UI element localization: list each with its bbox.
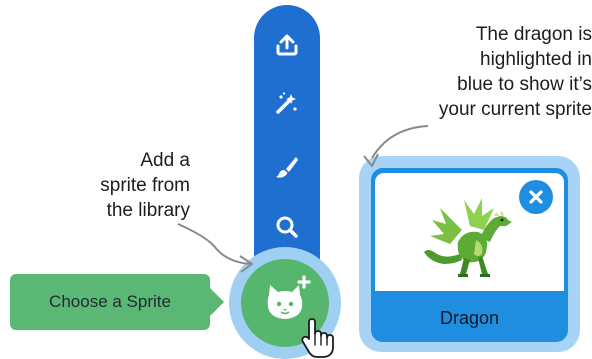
callout-arrows (177, 125, 429, 273)
add-sprite-callout-arrow (177, 223, 253, 273)
current-sprite-callout-arrow (363, 125, 429, 167)
